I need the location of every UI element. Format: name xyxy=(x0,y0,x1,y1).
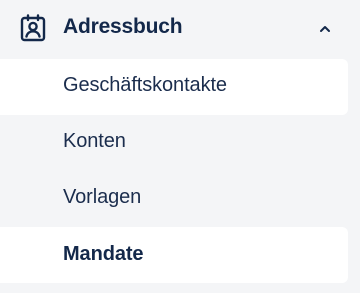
nav-item-label: Vorlagen xyxy=(63,186,142,208)
section-title: Adressbuch xyxy=(63,15,183,38)
nav-item-label: Konten xyxy=(63,130,126,152)
section-header-adressbuch[interactable]: Adressbuch xyxy=(0,0,360,56)
nav-item-vorlagen[interactable]: Vorlagen xyxy=(0,171,348,227)
sidebar-nav: Adressbuch Geschäftskontakte Konten Vorl… xyxy=(0,0,360,293)
address-book-icon xyxy=(19,14,47,42)
nav-item-label: Geschäftskontakte xyxy=(63,74,227,96)
nav-item-konten[interactable]: Konten xyxy=(0,115,348,171)
nav-item-label: Mandate xyxy=(63,243,144,265)
chevron-up-icon[interactable] xyxy=(312,16,338,42)
nav-item-geschaeftskontakte[interactable]: Geschäftskontakte xyxy=(0,59,348,115)
nav-item-mandate[interactable]: Mandate xyxy=(0,227,348,283)
